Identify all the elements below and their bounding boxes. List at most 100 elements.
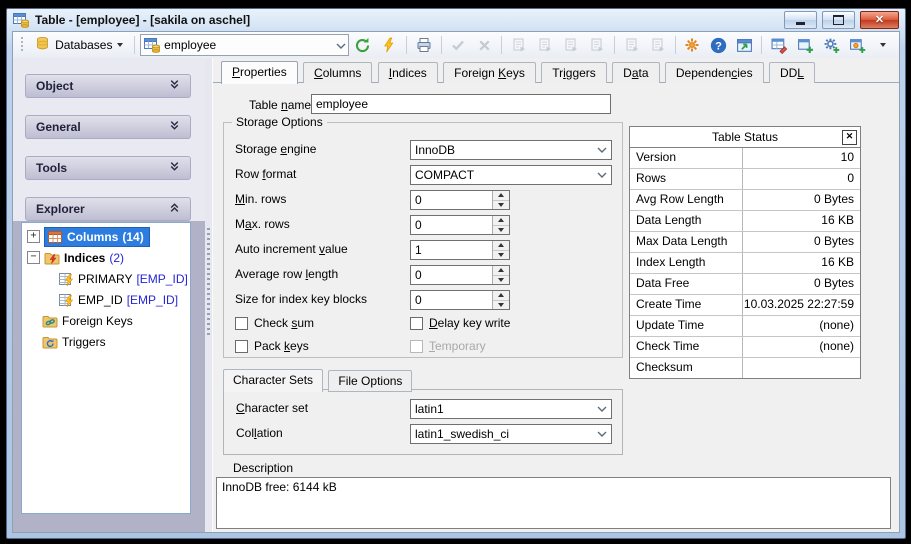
title-bar[interactable]: Table - [employee] - [sakila on aschel] … bbox=[7, 9, 905, 31]
table-name-input[interactable]: employee bbox=[311, 94, 611, 114]
tree-item-badge: [EMP_ID] bbox=[127, 293, 178, 307]
tree-item-primary[interactable]: PRIMARY [EMP_ID] bbox=[22, 268, 190, 289]
toolbar-separator bbox=[761, 36, 762, 54]
table-status-panel: Table Status ✕ Version10 Rows0 Avg Row L… bbox=[629, 126, 861, 379]
sidebar-section-general[interactable]: General bbox=[25, 115, 191, 139]
close-icon: ✕ bbox=[875, 15, 884, 26]
add-object-gear-button[interactable] bbox=[845, 34, 869, 56]
script-forward-button-1 bbox=[507, 34, 531, 56]
sidebar-section-explorer[interactable]: Explorer bbox=[25, 197, 191, 221]
storage-engine-combo[interactable]: InnoDB bbox=[410, 140, 612, 160]
tree-item-triggers[interactable]: Triggers bbox=[22, 331, 190, 352]
close-button[interactable]: ✕ bbox=[860, 11, 899, 29]
toolbar-overflow-button[interactable] bbox=[871, 34, 895, 56]
index-key-block-size-spinner[interactable]: 0 bbox=[410, 290, 510, 310]
expand-icon[interactable]: + bbox=[27, 230, 40, 243]
avg-row-length-spinner[interactable]: 0 bbox=[410, 265, 510, 285]
pack-keys-checkbox[interactable] bbox=[235, 340, 248, 353]
tree-item-label: Triggers bbox=[62, 335, 106, 349]
add-gear-button[interactable] bbox=[819, 34, 843, 56]
double-chevron-down-icon bbox=[169, 161, 180, 175]
tab-indices[interactable]: Indices bbox=[378, 62, 438, 83]
delay-key-write-checkbox[interactable] bbox=[410, 317, 423, 330]
status-row: Check Time(none) bbox=[630, 337, 860, 358]
object-selector-combo[interactable]: employee bbox=[140, 34, 349, 56]
tab-ddl[interactable]: DDL bbox=[769, 62, 815, 83]
collapse-icon[interactable]: − bbox=[27, 251, 40, 264]
spin-up-icon[interactable] bbox=[493, 241, 509, 251]
execute-lightning-button[interactable] bbox=[377, 34, 401, 56]
row-format-combo[interactable]: COMPACT bbox=[410, 165, 612, 185]
spin-up-icon[interactable] bbox=[493, 266, 509, 276]
design-table-button[interactable] bbox=[767, 34, 791, 56]
collation-combo[interactable]: latin1_swedish_ci bbox=[410, 424, 612, 444]
script-forward-button-3 bbox=[559, 34, 583, 56]
tab-columns[interactable]: Columns bbox=[303, 62, 372, 83]
help-button[interactable]: ? bbox=[706, 34, 730, 56]
spin-down-icon[interactable] bbox=[493, 201, 509, 210]
sidebar-section-tools[interactable]: Tools bbox=[25, 156, 191, 180]
tree-item-emp-id[interactable]: EMP_ID [EMP_ID] bbox=[22, 289, 190, 310]
tree-item-foreign-keys[interactable]: Foreign Keys bbox=[22, 310, 190, 331]
add-object-button[interactable] bbox=[793, 34, 817, 56]
charset-tab-strip: Character Sets File Options bbox=[223, 369, 414, 390]
chevron-down-icon[interactable] bbox=[593, 147, 611, 153]
databases-dropdown-button[interactable]: Databases bbox=[29, 34, 129, 56]
services-button[interactable] bbox=[680, 34, 704, 56]
tab-data[interactable]: Data bbox=[612, 62, 659, 83]
spin-down-icon[interactable] bbox=[493, 226, 509, 235]
index-icon bbox=[58, 271, 74, 287]
chevron-down-icon[interactable] bbox=[593, 431, 611, 437]
databases-label: Databases bbox=[55, 38, 112, 52]
temporary-label: Temporary bbox=[429, 339, 486, 353]
spin-up-icon[interactable] bbox=[493, 216, 509, 226]
tree-item-indices[interactable]: − Indices (2) bbox=[22, 247, 190, 268]
tab-character-sets[interactable]: Character Sets bbox=[223, 369, 323, 392]
chevron-down-icon[interactable] bbox=[593, 172, 611, 178]
chevron-down-icon[interactable] bbox=[593, 406, 611, 412]
max-rows-spinner[interactable]: 0 bbox=[410, 215, 510, 235]
avg-row-length-value: 0 bbox=[411, 266, 492, 284]
spin-down-icon[interactable] bbox=[493, 251, 509, 260]
double-chevron-down-icon bbox=[169, 120, 180, 134]
tab-triggers[interactable]: Triggers bbox=[541, 62, 607, 83]
max-rows-value: 0 bbox=[411, 216, 492, 234]
open-in-window-button[interactable] bbox=[732, 34, 756, 56]
spin-up-icon[interactable] bbox=[493, 291, 509, 301]
delay-key-write-checkbox-row[interactable]: Delay key write bbox=[410, 316, 510, 330]
body-row: Object General Tools bbox=[13, 58, 899, 532]
toolbar-grip[interactable] bbox=[21, 37, 23, 53]
close-panel-icon[interactable]: ✕ bbox=[842, 130, 857, 145]
check-sum-checkbox-row[interactable]: Check sum bbox=[235, 316, 314, 330]
table-name-label: Table name bbox=[249, 98, 311, 113]
check-sum-checkbox[interactable] bbox=[235, 317, 248, 330]
tab-foreign-keys[interactable]: Foreign Keys bbox=[443, 62, 536, 83]
spin-down-icon[interactable] bbox=[493, 301, 509, 310]
auto-increment-spinner[interactable]: 1 bbox=[410, 240, 510, 260]
tab-file-options[interactable]: File Options bbox=[328, 370, 412, 392]
status-row: Rows0 bbox=[630, 169, 860, 190]
maximize-button[interactable] bbox=[822, 11, 855, 29]
character-sets-box: Character set latin1 Collation latin1_sw… bbox=[223, 389, 623, 455]
tab-dependencies[interactable]: Dependencies bbox=[665, 62, 764, 83]
description-textarea[interactable]: InnoDB free: 6144 kB bbox=[216, 477, 891, 529]
spin-up-icon[interactable] bbox=[493, 191, 509, 201]
check-sum-label: Check sum bbox=[254, 316, 314, 330]
tree-item-columns[interactable]: + Columns (14) bbox=[22, 226, 190, 247]
min-rows-spinner[interactable]: 0 bbox=[410, 190, 510, 210]
refresh-button[interactable] bbox=[351, 34, 375, 56]
sidebar-section-object[interactable]: Object bbox=[25, 74, 191, 98]
sidebar-splitter[interactable] bbox=[205, 58, 212, 532]
pack-keys-checkbox-row[interactable]: Pack keys bbox=[235, 339, 309, 353]
min-rows-label: Min. rows bbox=[235, 192, 286, 207]
toolbar-separator bbox=[501, 36, 502, 54]
spin-down-icon[interactable] bbox=[493, 276, 509, 285]
print-button[interactable] bbox=[412, 34, 436, 56]
tab-properties[interactable]: Properties bbox=[221, 61, 298, 84]
selected-node[interactable]: Columns (14) bbox=[44, 227, 150, 247]
minimize-button[interactable] bbox=[784, 11, 817, 29]
chevron-down-icon[interactable] bbox=[336, 38, 346, 52]
storage-options-title: Storage Options bbox=[232, 115, 327, 129]
temporary-checkbox-row: Temporary bbox=[410, 339, 486, 353]
character-set-combo[interactable]: latin1 bbox=[410, 399, 612, 419]
